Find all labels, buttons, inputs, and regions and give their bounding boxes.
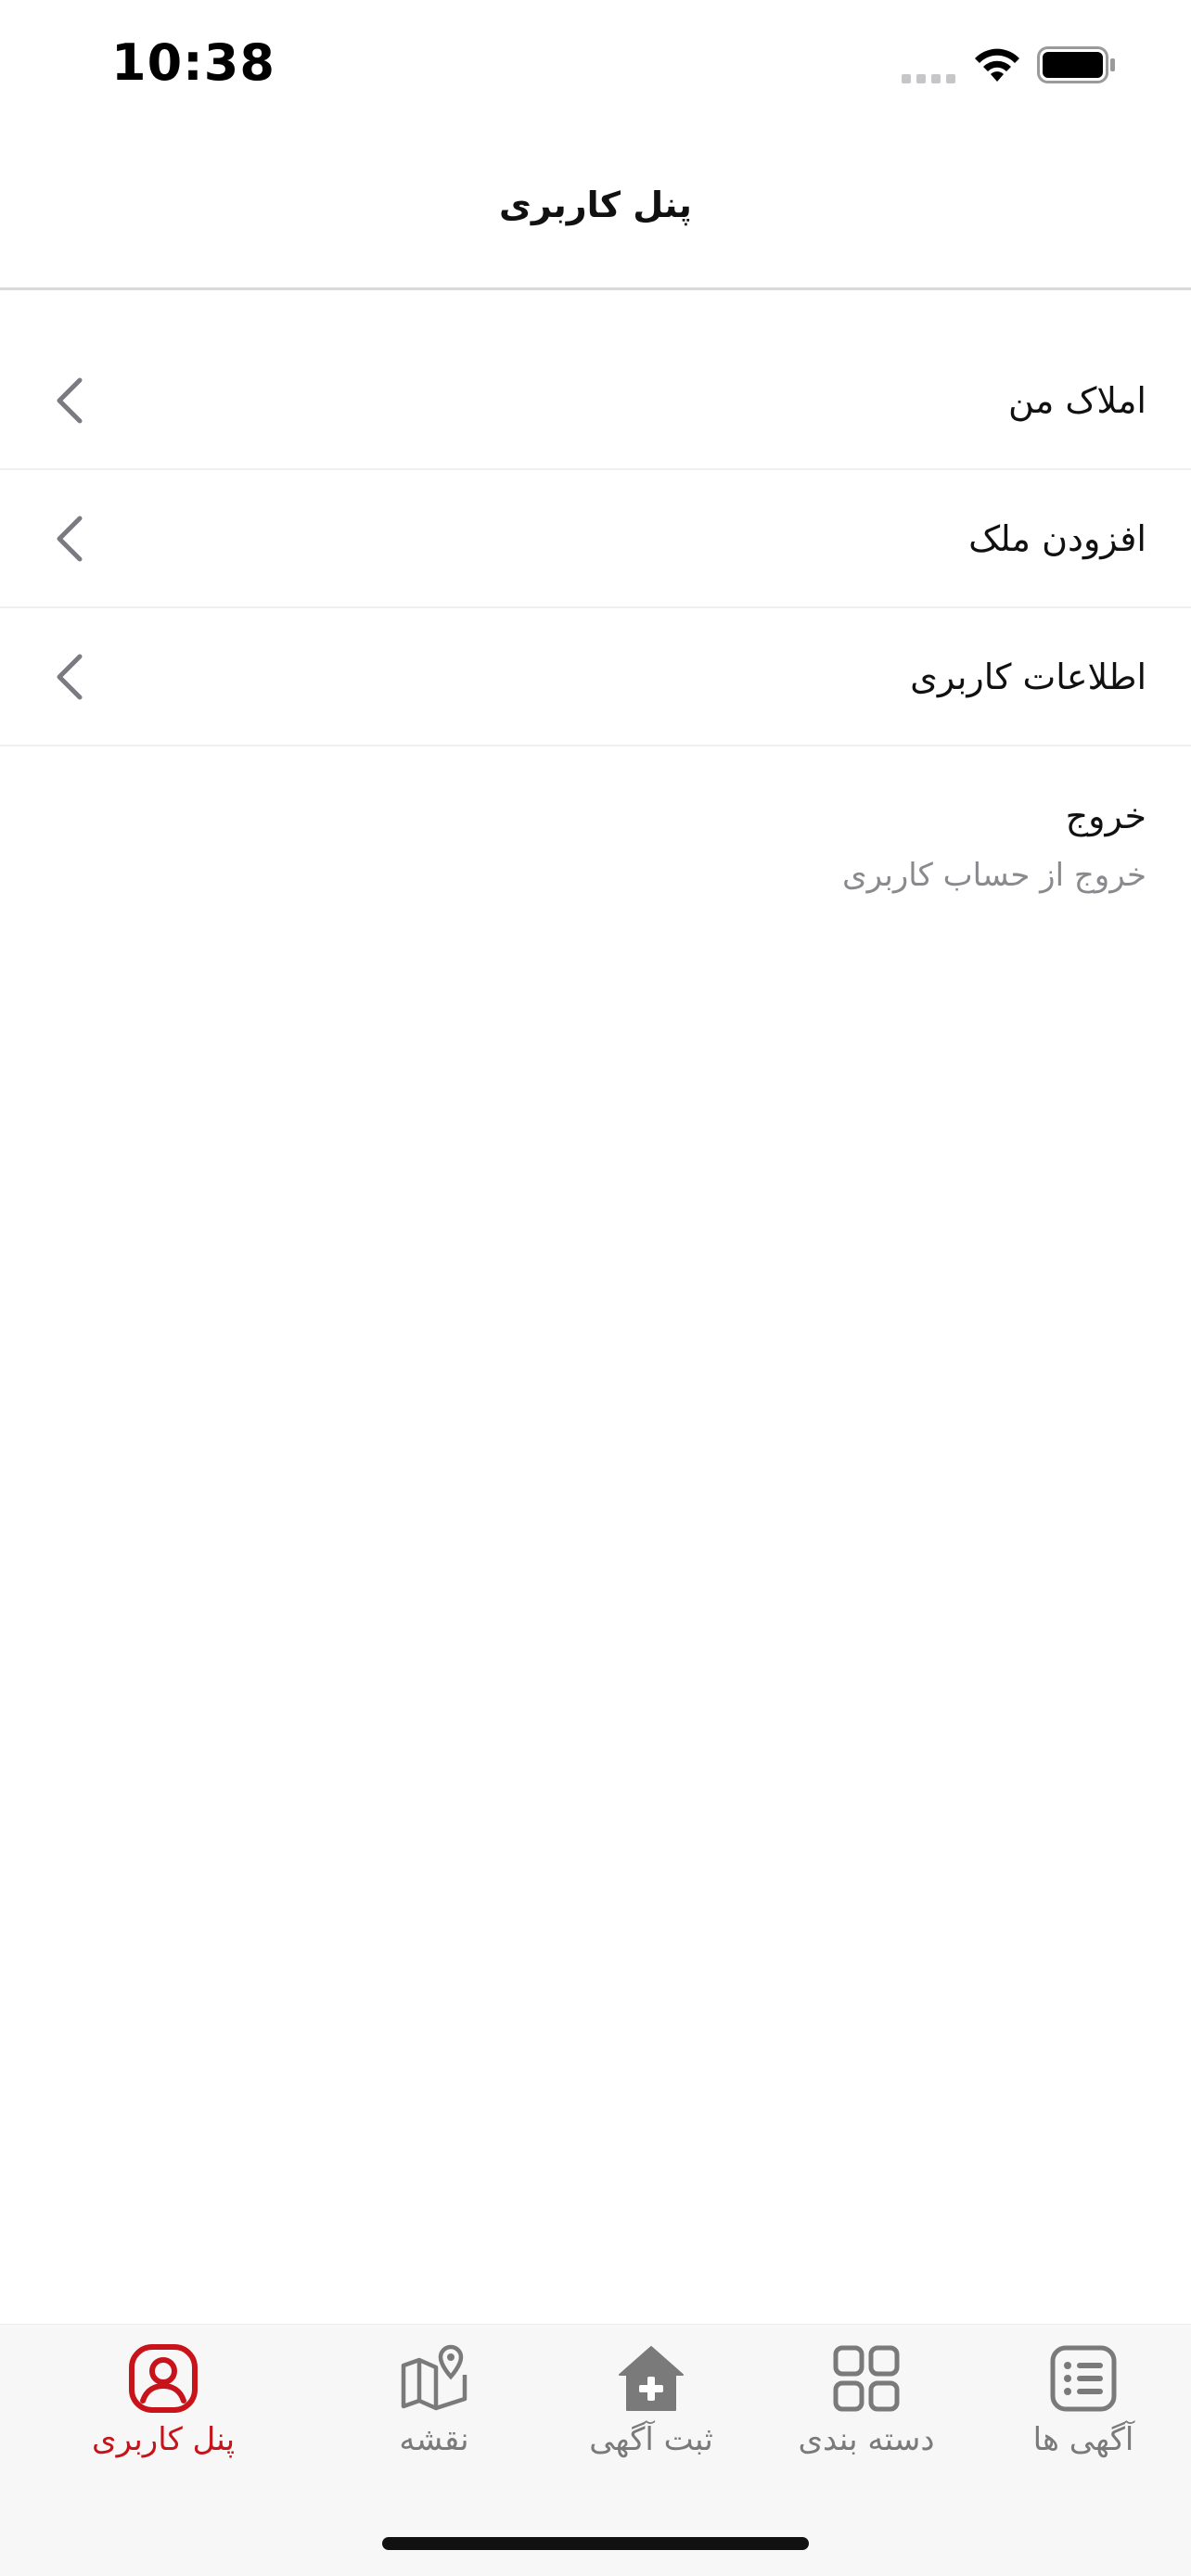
add-home-icon bbox=[619, 2346, 684, 2411]
user-icon bbox=[129, 2344, 198, 2413]
tab-map[interactable]: نقشه bbox=[332, 2343, 536, 2501]
tab-user-panel[interactable]: پنل کاربری bbox=[61, 2343, 265, 2501]
menu-item-my-properties[interactable]: املاک من bbox=[0, 332, 1191, 470]
tab-label: نقشه bbox=[399, 2421, 469, 2458]
tab-label: ثبت آگهی bbox=[589, 2421, 713, 2458]
status-bar: 10:38 bbox=[0, 0, 1191, 130]
logout-subtitle: خروج از حساب کاربری bbox=[842, 857, 1146, 894]
screen: 10:38 پنل کاربری املاک من افزودن ملک اطل… bbox=[0, 0, 1191, 2576]
battery-icon bbox=[1037, 46, 1115, 83]
tab-label: پنل کاربری bbox=[91, 2421, 236, 2458]
chevron-left-icon bbox=[57, 377, 83, 423]
status-time: 10:38 bbox=[111, 33, 275, 92]
signal-icon bbox=[902, 74, 955, 83]
chevron-left-icon bbox=[57, 654, 83, 699]
menu-item-add-property[interactable]: افزودن ملک bbox=[0, 470, 1191, 608]
tab-label: دسته بندی bbox=[798, 2421, 935, 2458]
menu-item-user-info[interactable]: اطلاعات کاربری bbox=[0, 608, 1191, 746]
chevron-left-icon bbox=[57, 516, 83, 561]
header: پنل کاربری bbox=[0, 130, 1191, 290]
menu-item-label: املاک من bbox=[1008, 379, 1146, 421]
home-indicator[interactable] bbox=[382, 2537, 809, 2550]
tab-label: آگهی ها bbox=[1032, 2421, 1134, 2458]
grid-icon bbox=[833, 2345, 900, 2412]
page-title: پنل کاربری bbox=[499, 185, 692, 225]
tab-ads[interactable]: آگهی ها bbox=[981, 2343, 1185, 2501]
tab-categories[interactable]: دسته بندی bbox=[764, 2343, 968, 2501]
menu-item-label: افزودن ملک bbox=[968, 517, 1146, 559]
map-icon bbox=[401, 2344, 467, 2411]
list-icon bbox=[1050, 2345, 1117, 2412]
wifi-icon bbox=[975, 48, 1019, 82]
logout-title: خروج bbox=[1065, 796, 1146, 836]
menu-item-label: اطلاعات کاربری bbox=[910, 656, 1146, 697]
menu-list: املاک من افزودن ملک اطلاعات کاربری bbox=[0, 332, 1191, 746]
logout-item[interactable]: خروج خروج از حساب کاربری bbox=[0, 796, 1191, 916]
tab-post-ad[interactable]: ثبت آگهی bbox=[549, 2343, 753, 2501]
